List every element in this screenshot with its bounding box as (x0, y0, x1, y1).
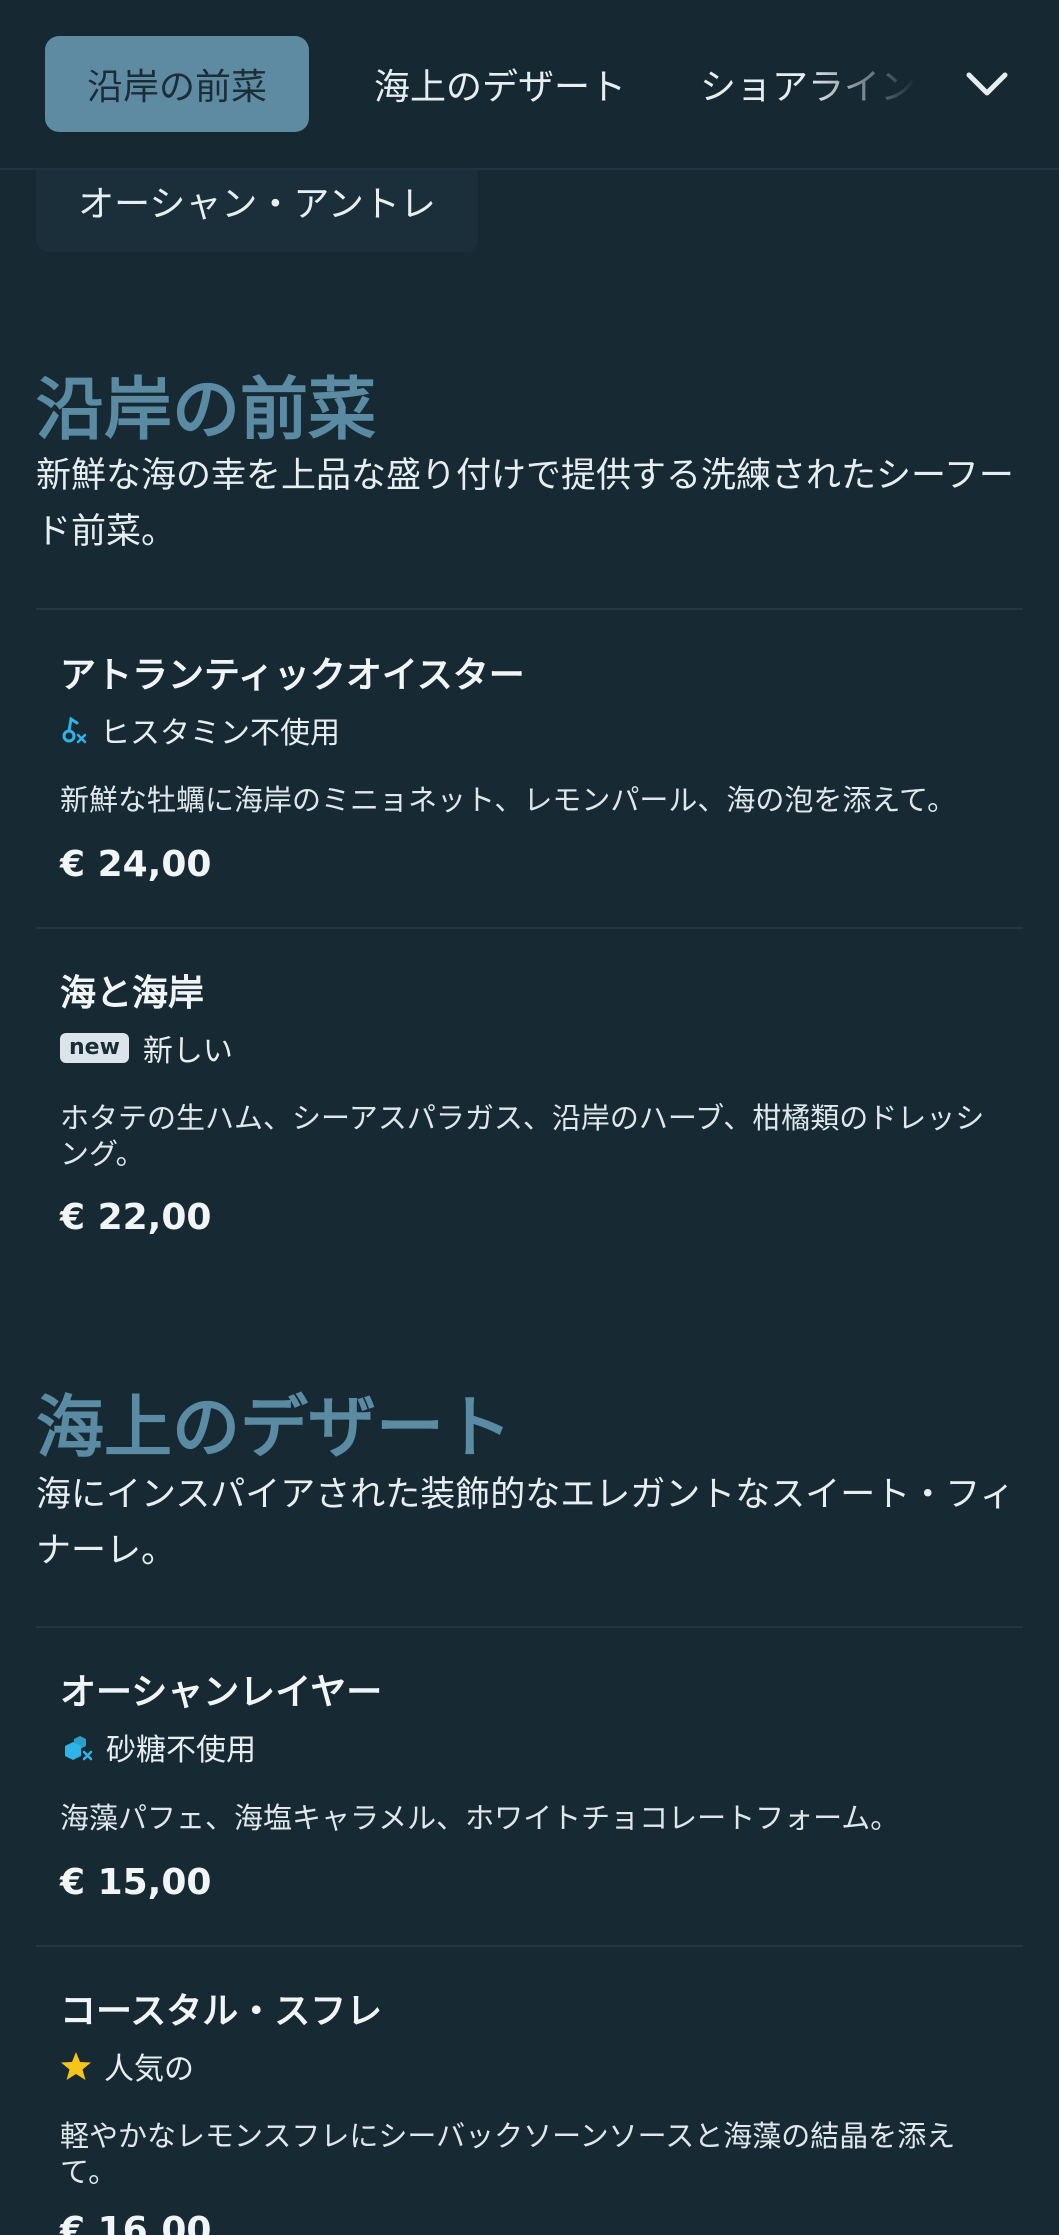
tag-label: 砂糖不使用 (106, 1733, 256, 1768)
section-description: 海にインスパイアされた装飾的なエレガントなスイート・フィナーレ。 (36, 1475, 1015, 1571)
category-nav: 沿岸の前菜 海上のデザート ショアライン (0, 0, 1059, 170)
item-price: € 24,00 (60, 844, 212, 885)
new-tag: new 新しい (60, 1028, 233, 1069)
tag-label: 人気の (104, 2052, 194, 2087)
tab-shoreline[interactable]: ショアライン (700, 36, 940, 132)
new-badge: new (60, 1033, 129, 1063)
item-name: オーシャンレイヤー (60, 1672, 383, 1713)
section-title: 沿岸の前菜 (36, 371, 377, 450)
section-title: 海上のデザート (36, 1389, 513, 1468)
menu-page: 沿岸の前菜 海上のデザート ショアライン オーシャン・アントレ 沿岸の前菜 新鮮… (0, 0, 1059, 2235)
sugar-free-icon (60, 1730, 94, 1764)
chevron-down-icon[interactable] (955, 52, 1019, 116)
tag-label: ヒスタミン不使用 (100, 716, 340, 751)
divider (36, 608, 1023, 610)
item-price: € 22,00 (60, 1197, 212, 1238)
tab-label: オーシャン・アントレ (78, 184, 436, 225)
item-description: 海藻パフェ、海塩キャラメル、ホワイトチョコレートフォーム。 (60, 1801, 900, 1835)
item-name: コースタル・スフレ (60, 1991, 383, 2032)
tab-coastal-starters[interactable]: 沿岸の前菜 (45, 36, 309, 132)
star-icon (60, 2049, 92, 2083)
tab-label: 海上のデザート (373, 67, 626, 108)
item-price: € 15,00 (60, 1862, 212, 1903)
item-description: 軽やかなレモンスフレにシーバックソーンソースと海藻の結晶を添えて。 (60, 2119, 956, 2189)
divider (36, 1945, 1023, 1947)
tab-sea-desserts[interactable]: 海上のデザート (330, 36, 670, 132)
dietary-tag: 砂糖不使用 (60, 1727, 256, 1768)
tab-label: ショアライン (700, 67, 917, 108)
item-name: アトランティックオイスター (60, 655, 525, 696)
divider (36, 927, 1023, 929)
popular-tag: 人気の (60, 2046, 194, 2087)
item-description: ホタテの生ハム、シーアスパラガス、沿岸のハーブ、柑橘類のドレッシング。 (60, 1101, 985, 1171)
divider (36, 1626, 1023, 1628)
item-price: € 16,00 (60, 2210, 212, 2235)
tag-label: 新しい (142, 1034, 233, 1069)
tab-label: 沿岸の前菜 (86, 67, 267, 108)
dietary-tag: ヒスタミン不使用 (60, 710, 340, 751)
item-description: 新鮮な牡蠣に海岸のミニョネット、レモンパール、海の泡を添えて。 (60, 783, 957, 817)
item-name: 海と海岸 (60, 973, 205, 1014)
histamine-free-icon (60, 713, 88, 747)
section-description: 新鮮な海の幸を上品な盛り付けで提供する洗練されたシーフード前菜。 (36, 456, 1014, 552)
